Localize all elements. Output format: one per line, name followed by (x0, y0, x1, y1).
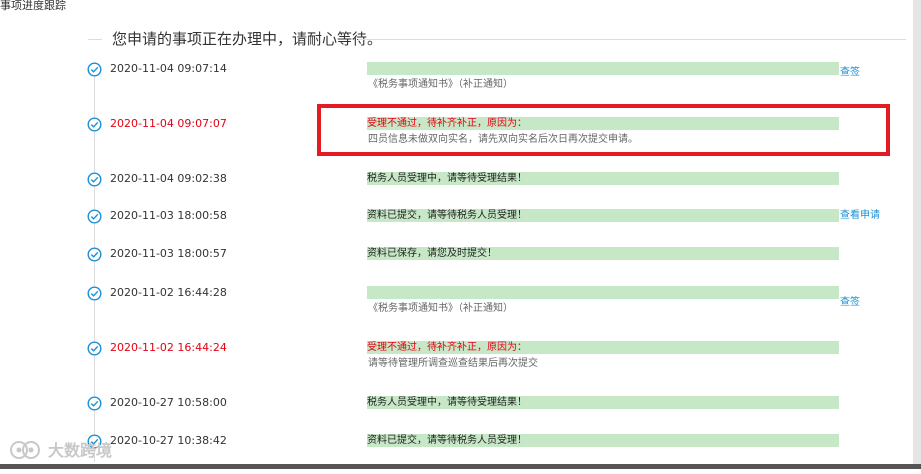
entry-status: 税务人员受理中，请等待受理结果！ (367, 396, 839, 409)
right-scroll-border (913, 0, 921, 469)
timeline-entry: 2020-10-27 10:58:00 税务人员受理中，请等待受理结果！ (0, 396, 921, 436)
check-circle-icon (87, 172, 102, 187)
check-circle-icon (87, 117, 102, 132)
entry-detail: 《税务事项通知书》（补正通知） (368, 303, 513, 314)
timeline-entry: 2020-11-04 09:02:38 税务人员受理中，请等待受理结果！ (0, 172, 921, 212)
title-divider-left (88, 39, 102, 40)
timeline-entry: 2020-11-02 16:44:28 《税务事项通知书》（补正通知） 查签 (0, 286, 921, 326)
entry-time: 2020-11-04 09:07:07 (110, 117, 227, 130)
entry-status: 资料已提交，请等待税务人员受理！ (367, 209, 839, 222)
check-circle-icon (87, 247, 102, 262)
watermark: 大数跨境 (8, 438, 128, 464)
entry-status: 资料已保存，请您及时提交！ (367, 247, 839, 260)
watermark-logo-icon (8, 438, 42, 462)
entry-time: 2020-11-04 09:02:38 (110, 172, 227, 185)
check-circle-icon (87, 209, 102, 224)
entry-time: 2020-11-03 18:00:58 (110, 209, 227, 222)
timeline-entry-rejected: 2020-11-02 16:44:24 受理不通过，待补齐补正，原因为： 请等待… (0, 341, 921, 381)
timeline-entry: 2020-11-03 18:00:57 资料已保存，请您及时提交！ (0, 247, 921, 287)
check-circle-icon (87, 286, 102, 301)
entry-status: 税务人员受理中，请等待受理结果！ (367, 172, 839, 185)
watermark-text: 大数跨境 (48, 441, 113, 460)
entry-status (367, 286, 839, 299)
title-divider-right (358, 39, 906, 40)
entry-status: 受理不通过，待补齐补正，原因为： (367, 341, 839, 354)
check-circle-icon (87, 341, 102, 356)
view-signature-link[interactable]: 查签 (840, 66, 860, 79)
entry-time: 2020-11-02 16:44:24 (110, 341, 227, 354)
progress-title-row: 您申请的事项正在办理中，请耐心等待。 (88, 28, 906, 50)
entry-detail: 请等待管理所调查巡查结果后再次提交 (368, 358, 538, 369)
entry-time: 2020-11-03 18:00:57 (110, 247, 227, 260)
timeline-entry: 2020-11-04 09:07:14 《税务事项通知书》（补正通知） 查签 (0, 62, 921, 102)
timeline-entry: 2020-11-03 18:00:58 资料已提交，请等待税务人员受理！ 查看申… (0, 209, 921, 249)
view-application-link[interactable]: 查看申请 (840, 209, 880, 222)
entry-detail: 《税务事项通知书》（补正通知） (368, 79, 513, 90)
entry-status (367, 62, 839, 75)
annotation-highlight-box (317, 104, 890, 156)
check-circle-icon (87, 396, 102, 411)
bottom-bar (0, 464, 921, 469)
entry-time: 2020-11-04 09:07:14 (110, 62, 227, 75)
entry-status: 资料已提交，请等待税务人员受理！ (367, 434, 839, 447)
entry-time: 2020-11-02 16:44:28 (110, 286, 227, 299)
check-circle-icon (87, 62, 102, 77)
view-signature-link[interactable]: 查签 (840, 296, 860, 309)
progress-title: 您申请的事项正在办理中，请耐心等待。 (112, 30, 383, 48)
entry-time: 2020-10-27 10:58:00 (110, 396, 227, 409)
page-header-title: 事项进度跟踪 (0, 0, 66, 12)
